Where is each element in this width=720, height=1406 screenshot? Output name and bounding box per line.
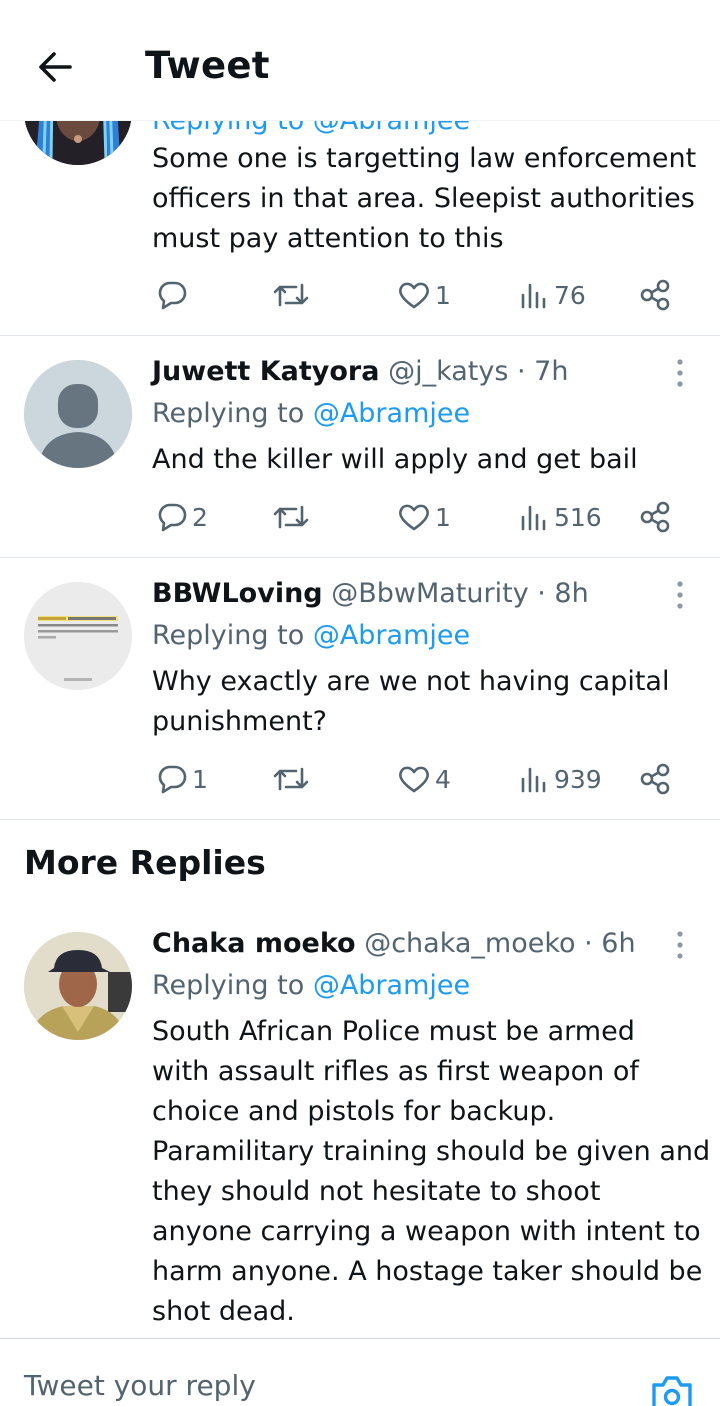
handle[interactable]: @j_katys [388,356,508,387]
tweet-text-line: choice and pistols for backup. [152,1096,556,1127]
display-name[interactable]: Chaka moeko [152,928,356,959]
reply-tweet[interactable]: Juwett Katyora @j_katys · 7h Replying to… [0,336,720,558]
heart-icon [399,766,429,793]
retweet-icon [273,767,309,791]
comment-icon [158,503,187,532]
reply-tweet[interactable]: BBWLoving @BbwMaturity · 8h Replying to … [0,558,720,820]
heart-icon [399,282,429,309]
mention-link[interactable]: @Abramjee [313,620,470,651]
arrow-left-icon [39,52,72,82]
more-options-icon[interactable] [668,928,692,962]
retweet-button[interactable] [272,273,314,317]
tweet-text-line: they should not hesitate to shoot [152,1176,601,1207]
reply-input[interactable]: Tweet your reply [24,1369,256,1402]
avatar[interactable] [24,360,132,468]
reply-button[interactable] [156,273,192,317]
retweet-icon [273,283,309,307]
timestamp: · 8h [537,578,589,609]
replying-label: Replying to [152,970,305,1001]
views-chart-icon [521,505,546,531]
heart-icon [399,504,429,531]
replying-label: Replying to [152,620,305,651]
tweet-text-line: harm anyone. A hostage taker should be [152,1256,703,1287]
back-button[interactable] [30,42,80,92]
mention-link[interactable]: @Abramjee [313,398,470,429]
share-icon [640,501,670,533]
avatar[interactable] [24,121,132,165]
views-button[interactable]: 939 [520,757,602,801]
conversation-list[interactable]: Replying to @Abramjee Some one is target… [0,121,720,1338]
retweet-button[interactable] [272,757,314,801]
tweet-text-line: must pay attention to this [152,223,504,254]
tweet-actions: 2 1 516 [152,495,692,539]
share-button[interactable] [638,757,672,801]
timestamp: · 6h [584,928,636,959]
more-replies-heading: More Replies [24,843,266,882]
timestamp: · 7h [517,356,569,387]
share-button[interactable] [638,495,672,539]
author-line: Chaka moeko @chaka_moeko · 6h [152,924,636,964]
replying-to: Replying to @Abramjee [152,616,470,656]
like-button[interactable]: 1 [397,273,451,317]
share-icon [640,279,670,311]
tweet-text-line: Why exactly are we not having capital [152,666,670,697]
mention-link[interactable]: @Abramjee [313,970,470,1001]
tweet-text-line: officers in that area. Sleepist authorit… [152,183,695,214]
reply-count: 1 [192,764,208,794]
handle[interactable]: @BbwMaturity [331,578,528,609]
tweet-text-line: punishment? [152,706,327,737]
display-name[interactable]: BBWLoving [152,578,323,609]
replying-to: Replying to @Abramjee [152,966,470,1006]
more-options-icon[interactable] [668,356,692,390]
tweet-text-line: Paramilitary training should be given an… [152,1136,711,1167]
tweet-text-line: anyone carrying a weapon with intent to [152,1216,701,1247]
tweet-text-line: South African Police must be armed [152,1016,635,1047]
camera-button[interactable] [650,1373,694,1406]
reply-compose-bar: Tweet your reply [0,1338,720,1406]
author-line: Juwett Katyora @j_katys · 7h [152,352,568,392]
reply-tweet[interactable]: Chaka moeko @chaka_moeko · 6h Replying t… [0,916,720,1338]
reply-button[interactable]: 2 [156,495,208,539]
display-name[interactable]: Juwett Katyora [152,356,379,387]
tweet-actions: 1 4 939 [152,757,692,801]
handle[interactable]: @chaka_moeko [364,928,575,959]
avatar[interactable] [24,582,132,690]
views-button[interactable]: 76 [520,273,586,317]
like-button[interactable]: 1 [397,495,451,539]
share-button[interactable] [638,273,672,317]
views-chart-icon [521,283,546,309]
tweet-text-line: shot dead. [152,1296,295,1327]
like-count: 1 [435,280,451,310]
reply-tweet[interactable]: Replying to @Abramjee Some one is target… [0,121,720,336]
views-chart-icon [521,767,546,793]
comment-icon [158,281,187,310]
tweet-text-line: with assault rifles as first weapon of [152,1056,639,1087]
retweet-icon [273,505,309,529]
avatar[interactable] [24,932,132,1040]
camera-icon [652,1376,692,1406]
replying-to: Replying to @Abramjee [152,394,470,434]
like-count: 1 [435,502,451,532]
more-options-icon[interactable] [668,578,692,612]
replying-to-partial: Replying to @Abramjee [152,121,470,141]
like-count: 4 [435,764,451,794]
views-count: 939 [554,764,602,794]
reply-button[interactable]: 1 [156,757,208,801]
tweet-actions: 1 76 [152,273,692,317]
views-count: 516 [554,502,602,532]
tweet-text-line: Some one is targetting law enforcement [152,143,697,174]
tweet-text-line: And the killer will apply and get bail [152,444,638,475]
comment-icon [158,765,187,794]
author-line: BBWLoving @BbwMaturity · 8h [152,574,589,614]
page-title: Tweet [145,44,270,87]
like-button[interactable]: 4 [397,757,451,801]
reply-count: 2 [192,502,208,532]
views-button[interactable]: 516 [520,495,602,539]
share-icon [640,763,670,795]
top-app-bar: Tweet [0,0,720,121]
retweet-button[interactable] [272,495,314,539]
views-count: 76 [554,280,586,310]
replying-label: Replying to [152,398,305,429]
